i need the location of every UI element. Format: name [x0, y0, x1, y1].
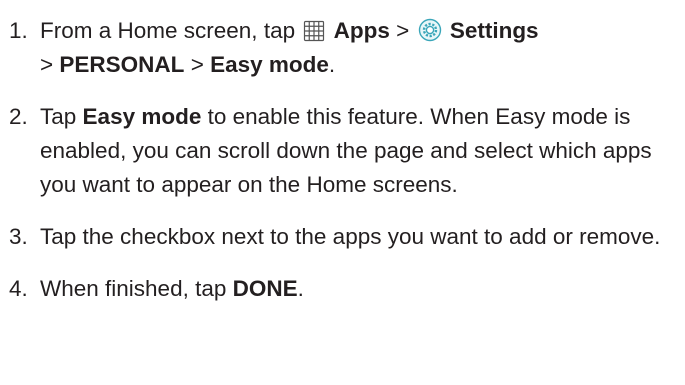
step-text: Tap the checkbox next to the apps you wa…	[40, 224, 661, 249]
step-text: Tap	[40, 104, 77, 129]
settings-label: Settings	[449, 18, 539, 43]
done-label: DONE	[232, 276, 298, 301]
step-text: When finished, tap	[40, 276, 227, 301]
step-1: 1. From a Home screen, tap Apps > Settin…	[0, 14, 685, 82]
apps-label: Apps	[333, 18, 390, 43]
step-3: 3. Tap the checkbox next to the apps you…	[0, 220, 685, 254]
settings-gear-icon	[418, 18, 441, 42]
instruction-steps: 1. From a Home screen, tap Apps > Settin…	[0, 0, 685, 306]
easy-mode-label: Easy mode	[210, 52, 329, 77]
step-2: 2. Tap Easy mode to enable this feature.…	[0, 100, 685, 202]
step-text-end: .	[328, 52, 336, 77]
personal-label: PERSONAL	[59, 52, 185, 77]
step-4: 4. When finished, tap DONE.	[0, 272, 685, 306]
path-separator: >	[40, 52, 54, 77]
step-text: From a Home screen, tap	[40, 18, 296, 43]
apps-grid-icon	[304, 20, 325, 42]
step-number: 4.	[9, 276, 28, 301]
step-text-end: .	[297, 276, 304, 301]
step-number: 1.	[9, 18, 28, 43]
step-number: 2.	[9, 104, 28, 129]
path-separator: >	[190, 52, 204, 77]
path-separator: >	[396, 18, 410, 43]
easy-mode-label: Easy mode	[82, 104, 202, 129]
step-number: 3.	[9, 224, 28, 249]
